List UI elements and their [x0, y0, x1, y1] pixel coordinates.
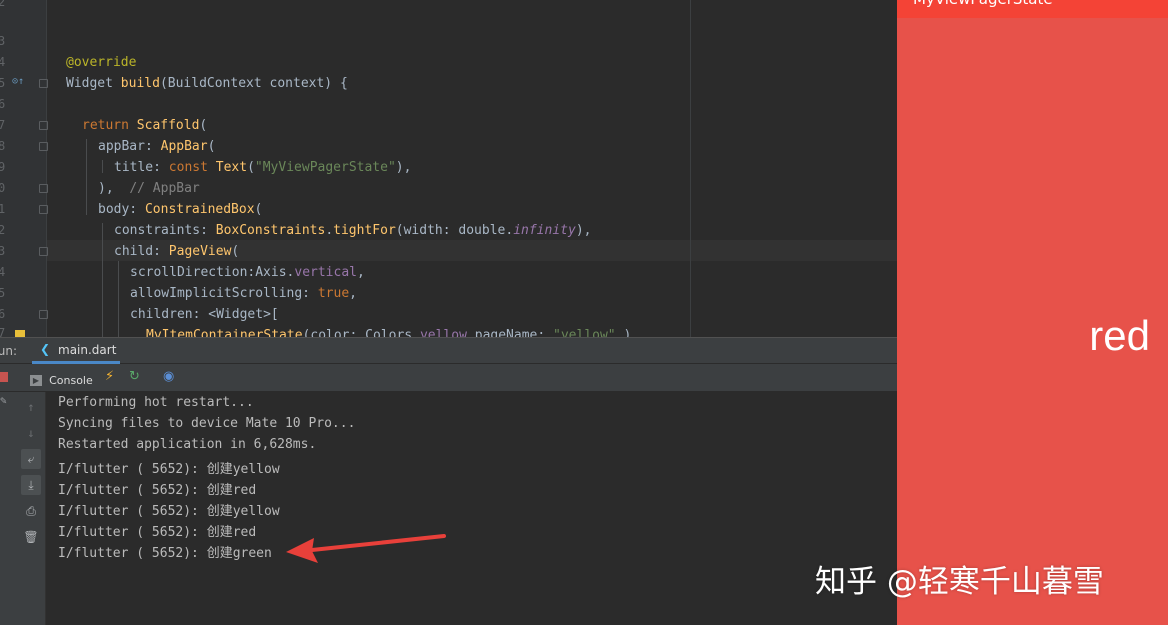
code-line: @override	[66, 55, 137, 70]
bookmark-icon[interactable]	[15, 330, 25, 337]
indent-guide	[118, 261, 119, 337]
code-line: allowImplicitScrolling: true,	[130, 286, 357, 301]
tab-main-dart[interactable]: ❮ main.dart	[32, 338, 120, 364]
indent-guide	[86, 139, 87, 215]
annotation-arrow	[286, 534, 446, 563]
app-bar-title: MyViewPagerState	[913, 0, 1053, 8]
console-line: I/flutter ( 5652): 创建yellow	[58, 504, 280, 519]
flutter-icon: ❮	[40, 342, 51, 356]
run-tool-window-header: Run: ❮ main.dart	[0, 337, 897, 364]
pin-icon[interactable]: ✎	[0, 394, 7, 407]
code-line: constraints: BoxConstraints.tightFor(wid…	[114, 223, 592, 238]
line-number: 2	[0, 0, 6, 9]
line-number: 5	[0, 286, 6, 300]
fold-marker-icon[interactable]	[39, 121, 48, 130]
line-number: 8	[0, 139, 6, 153]
line-number: 4	[0, 265, 6, 279]
fold-marker-icon[interactable]	[39, 310, 48, 319]
code-line: child: PageView(	[114, 244, 240, 259]
devtools-icon[interactable]: ◉	[163, 369, 174, 385]
code-line: appBar: AppBar(	[98, 139, 216, 154]
page-label: red	[1089, 312, 1150, 359]
override-marker-icon[interactable]: ⊙↑	[12, 76, 24, 87]
indent-guide	[102, 223, 103, 337]
console-line: I/flutter ( 5652): 创建yellow	[58, 462, 280, 477]
code-line: return Scaffold(	[82, 118, 208, 133]
annotation-arrow-shaft	[310, 534, 446, 552]
line-number: 4	[0, 55, 6, 69]
fold-marker-icon[interactable]	[39, 247, 48, 256]
fold-marker-icon[interactable]	[39, 184, 48, 193]
code-line: children: <Widget>[	[130, 307, 279, 322]
line-number: 9	[0, 160, 6, 174]
line-number: 0	[0, 181, 6, 195]
console-line: I/flutter ( 5652): 创建red	[58, 525, 257, 540]
console-side-toolbar: ✎ ↑ ↓ ⤶ ⤓ ⎙ 🗑	[0, 392, 46, 625]
line-number: 6	[0, 307, 6, 321]
scroll-to-end-icon[interactable]: ⤓	[21, 475, 41, 495]
console-line: Syncing files to device Mate 10 Pro...	[58, 416, 356, 431]
print-icon[interactable]: ⎙	[21, 501, 41, 521]
line-number: 3	[0, 244, 6, 258]
tab-label: main.dart	[58, 343, 117, 357]
hot-restart-icon[interactable]: ↻	[129, 369, 140, 385]
soft-wrap-icon[interactable]: ⤶	[21, 449, 41, 469]
down-arrow-icon[interactable]: ↓	[21, 423, 41, 443]
fold-marker-icon[interactable]	[39, 79, 48, 88]
run-label: Run:	[0, 344, 18, 358]
console-line: I/flutter ( 5652): 创建red	[58, 483, 257, 498]
hot-reload-icon[interactable]: ⚡	[105, 369, 114, 385]
console-line: Restarted application in 6,628ms.	[58, 437, 317, 452]
fold-marker-icon[interactable]	[39, 142, 48, 151]
code-line: body: ConstrainedBox(	[98, 202, 263, 217]
code-editor[interactable]: 2 3 4 5 6 7 8 9 0 1 2 3 4 5 6 7 ⊙↑ @over…	[0, 0, 897, 337]
line-number: 7	[0, 326, 6, 337]
line-number: 7	[0, 118, 6, 132]
code-line: title: const Text("MyViewPagerState"),	[114, 160, 412, 175]
console-tab-label: Console	[49, 374, 93, 387]
run-toolbar: ▶ Console ⚡ ↻ ◉	[0, 364, 897, 392]
trash-icon[interactable]: 🗑	[21, 527, 41, 547]
console-line: Performing hot restart...	[58, 395, 254, 410]
tab-console[interactable]: ▶ Console	[30, 370, 93, 389]
line-number: 5	[0, 76, 6, 90]
code-line: Widget build(BuildContext context) {	[66, 76, 348, 91]
line-number: 1	[0, 202, 6, 216]
watermark: 知乎 @轻寒千山暮雪	[815, 564, 1104, 600]
console-output[interactable]: Performing hot restart... Syncing files …	[46, 392, 897, 625]
line-number: 6	[0, 97, 6, 111]
line-number: 3	[0, 34, 6, 48]
editor-gutter: 2 3 4 5 6 7 8 9 0 1 2 3 4 5 6 7 ⊙↑	[0, 0, 48, 337]
right-margin-guide	[690, 0, 691, 337]
line-number: 2	[0, 223, 6, 237]
code-line: ), // AppBar	[98, 181, 200, 196]
up-arrow-icon[interactable]: ↑	[21, 397, 41, 417]
console-icon: ▶	[30, 375, 42, 386]
code-line: scrollDirection:Axis.vertical,	[130, 265, 365, 280]
device-preview[interactable]: MyViewPagerState red	[897, 0, 1168, 625]
fold-marker-icon[interactable]	[39, 205, 48, 214]
console-line: I/flutter ( 5652): 创建green	[58, 546, 272, 561]
app-bar: MyViewPagerState	[897, 0, 1168, 18]
indent-guide	[102, 160, 103, 173]
stop-icon[interactable]	[0, 372, 8, 382]
code-line: MyItemContainerState(color: Colors.yello…	[146, 328, 640, 337]
